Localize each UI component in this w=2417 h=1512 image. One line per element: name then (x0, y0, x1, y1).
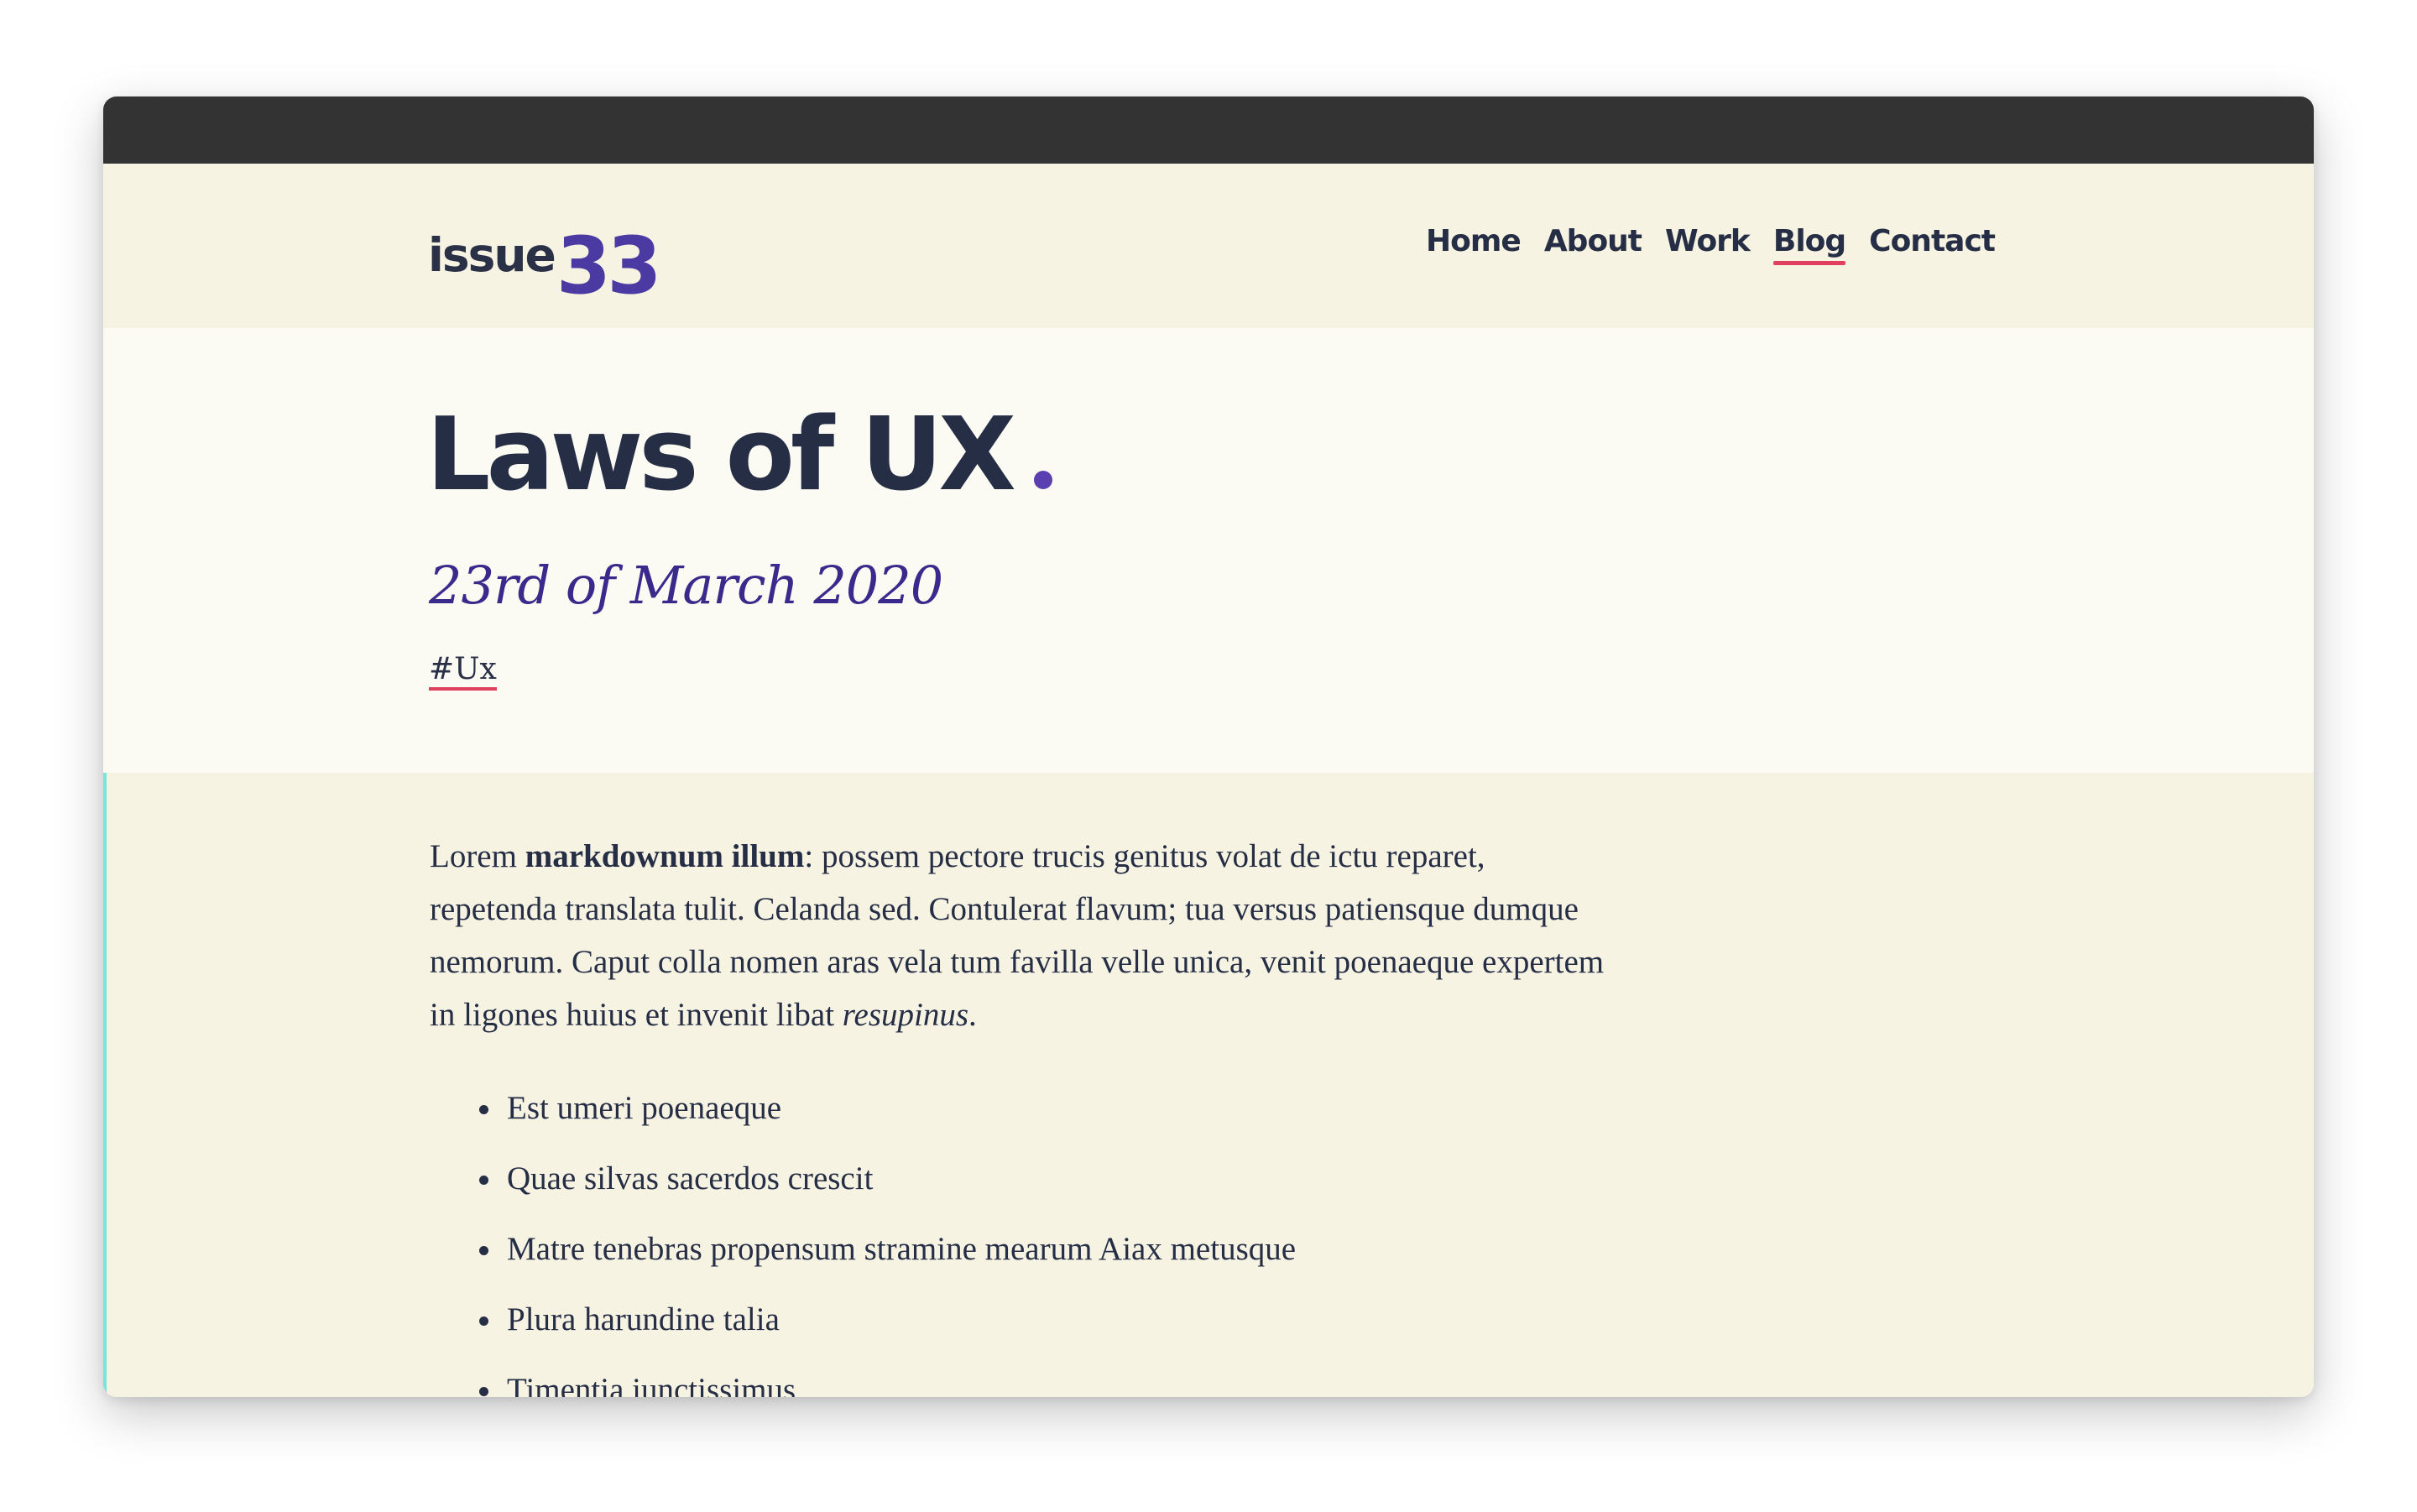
list-item: Est umeri poenaeque (504, 1082, 1605, 1134)
bullet-list: Est umeri poenaeque Quae silvas sacerdos… (430, 1082, 1605, 1397)
post-content: Lorem markdownum illum: possem pectore t… (103, 773, 2314, 1397)
post-tag-link[interactable]: #Ux (429, 653, 497, 691)
nav-link-work[interactable]: Work (1665, 224, 1751, 263)
post-hero: Laws of UX 23rd of March 2020 #Ux (103, 328, 2314, 773)
intro-end: . (968, 997, 977, 1033)
post-title: Laws of UX (426, 395, 1052, 516)
nav-link-blog[interactable]: Blog (1772, 224, 1846, 265)
site-logo[interactable]: issue 33 (428, 206, 662, 306)
list-item: Matre tenebras propensum stramine mearum… (504, 1223, 1605, 1275)
main-nav: Home About Work Blog Contact (1426, 224, 1996, 265)
intro-italic: resupinus (842, 997, 969, 1033)
site-header: issue 33 Home About Work Blog Contact (103, 164, 2314, 328)
intro-lead: Lorem (430, 838, 525, 874)
nav-link-about[interactable]: About (1544, 224, 1642, 263)
title-dot-icon (1033, 471, 1052, 489)
list-item: Timentia iunctissimus (504, 1363, 1605, 1397)
post-title-text: Laws of UX (426, 397, 1016, 514)
post-date: 23rd of March 2020 (429, 555, 943, 616)
window-titlebar (103, 96, 2314, 164)
browser-window: issue 33 Home About Work Blog Contact La… (103, 96, 2314, 1397)
list-item: Quae silvas sacerdos crescit (504, 1152, 1605, 1205)
post-body: Lorem markdownum illum: possem pectore t… (430, 830, 1605, 1397)
logo-word: issue (428, 228, 556, 282)
list-item: Plura harundine talia (504, 1293, 1605, 1346)
nav-link-contact[interactable]: Contact (1869, 224, 1996, 263)
intro-bold: markdownum illum (525, 838, 805, 874)
logo-number: 33 (556, 221, 662, 312)
nav-link-home[interactable]: Home (1426, 224, 1522, 263)
intro-paragraph: Lorem markdownum illum: possem pectore t… (430, 830, 1605, 1041)
